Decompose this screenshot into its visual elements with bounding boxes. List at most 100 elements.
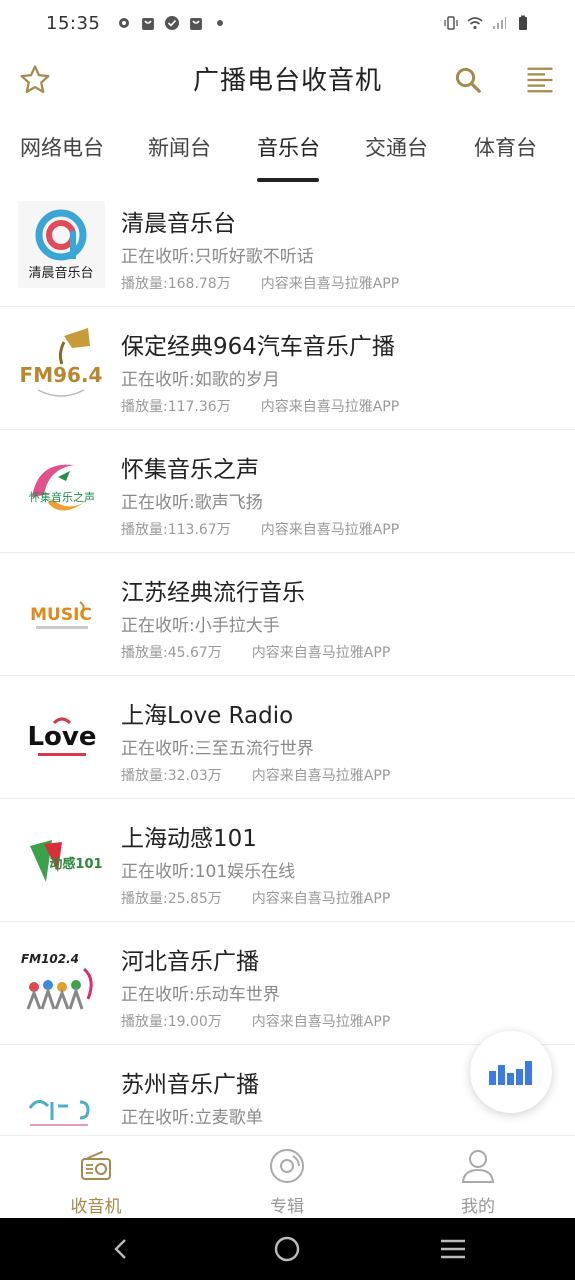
station-logo: Love (18, 693, 105, 780)
nav-label: 收音机 (70, 1197, 122, 1217)
tab-traffic[interactable]: 交通台 (365, 132, 428, 162)
back-icon (114, 1239, 126, 1259)
content-source: 内容来自喜马拉雅APP (251, 1014, 391, 1030)
nav-mine[interactable]: 我的 (418, 1146, 538, 1217)
now-playing: 正在收听:小手拉大手 (121, 616, 280, 636)
content-source: 内容来自喜马拉雅APP (251, 891, 391, 907)
now-playing: 正在收听:只听好歌不听话 (121, 247, 314, 267)
signal-icon (493, 17, 506, 29)
category-tabs: 网络电台 新闻台 音乐台 交通台 体育台 (0, 118, 575, 184)
station-row[interactable]: 怀集音乐之声 怀集音乐之声 正在收听:歌声飞扬 播放量:113.67万 内容来自喜… (0, 430, 575, 553)
play-count: 播放量:117.36万 (121, 399, 231, 415)
svg-text:FM102.4: FM102.4 (21, 952, 79, 966)
station-meta: 播放量:45.67万 内容来自喜马拉雅APP (121, 642, 390, 662)
svg-text:FM96.4: FM96.4 (20, 363, 103, 387)
station-name: 上海Love Radio (121, 703, 294, 729)
bag-icon (190, 18, 203, 30)
play-count: 播放量:19.00万 (121, 1014, 222, 1030)
play-count: 播放量:168.78万 (121, 276, 231, 292)
nav-label: 专辑 (270, 1197, 304, 1217)
station-row[interactable]: FM102.4 河北音乐广播 正在收听:乐动车世界 播放量:19.00万 内容来自… (0, 922, 575, 1045)
play-count: 播放量:25.85万 (121, 891, 222, 907)
svg-text:动感101: 动感101 (49, 856, 102, 872)
bottom-nav: 收音机 专辑 我的 (0, 1135, 575, 1218)
station-logo: FM102.4 (18, 939, 105, 1026)
station-logo: 动感101 (18, 816, 105, 903)
station-name: 河北音乐广播 (121, 949, 259, 975)
station-meta: 播放量:113.67万 内容来自喜马拉雅APP (121, 519, 399, 539)
gear-icon (119, 18, 130, 28)
back-button[interactable] (106, 1234, 136, 1264)
home-icon (274, 1236, 300, 1262)
station-name: 上海动感101 (121, 826, 257, 852)
recents-button[interactable] (438, 1234, 468, 1264)
check-circle-icon (165, 16, 180, 30)
svg-text:怀集音乐之声: 怀集音乐之声 (29, 490, 95, 504)
station-meta: 播放量:19.00万 内容来自喜马拉雅APP (121, 1011, 390, 1031)
station-meta: 播放量:25.85万 内容来自喜马拉雅APP (121, 888, 390, 908)
station-logo: 怀集音乐之声 (18, 447, 105, 534)
notification-icons (116, 15, 228, 31)
play-count: 播放量:45.67万 (121, 645, 222, 661)
station-list[interactable]: 清晨音乐台 清晨音乐台 正在收听:只听好歌不听话 播放量:168.78万内容来自… (0, 184, 575, 1134)
station-logo: MUSIC (18, 570, 105, 657)
equalizer-icon (489, 1061, 532, 1085)
tab-internet-radio[interactable]: 网络电台 (20, 132, 104, 162)
play-count: 播放量:113.67万 (121, 522, 231, 538)
now-playing: 正在收听:立麦歌单 (121, 1108, 263, 1128)
disc-icon (270, 1149, 304, 1183)
station-row[interactable]: Love 上海Love Radio 正在收听:三至五流行世界 播放量:32.03… (0, 676, 575, 799)
status-bar: 15:35 (0, 0, 575, 46)
station-logo: FM96.4 (18, 324, 105, 411)
tab-music[interactable]: 音乐台 (257, 132, 320, 162)
station-name: 怀集音乐之声 (121, 457, 259, 483)
play-count: 播放量:32.03万 (121, 768, 222, 784)
nav-label: 我的 (461, 1197, 495, 1217)
tab-sports[interactable]: 体育台 (474, 132, 537, 162)
station-meta: 播放量:168.78万 内容来自喜马拉雅APP (121, 273, 399, 293)
station-row[interactable]: 清晨音乐台 清晨音乐台 正在收听:只听好歌不听话 播放量:168.78万 内容来自… (0, 184, 575, 307)
now-playing: 正在收听:如歌的岁月 (121, 370, 280, 390)
dot-icon (217, 20, 224, 26)
content-source: 内容来自喜马拉雅APP (260, 399, 400, 415)
content-source: 内容来自喜马拉雅APP (251, 768, 391, 784)
status-time: 15:35 (46, 12, 101, 34)
recents-icon (441, 1239, 465, 1259)
station-row[interactable]: 动感101 上海动感101 正在收听:101娱乐在线 播放量:25.85万 内容来… (0, 799, 575, 922)
battery-icon (519, 15, 527, 30)
page-title: 广播电台收音机 (192, 66, 382, 96)
now-playing: 正在收听:歌声飞扬 (121, 493, 263, 513)
now-playing: 正在收听:101娱乐在线 (121, 862, 296, 882)
home-button[interactable] (272, 1234, 302, 1264)
content-source: 内容来自喜马拉雅APP (251, 645, 391, 661)
search-icon (455, 67, 481, 93)
bag-icon (142, 18, 155, 30)
content-source: 内容来自喜马拉雅APP (260, 276, 400, 292)
svg-text:清晨音乐台: 清晨音乐台 (28, 265, 93, 281)
station-name: 苏州音乐广播 (121, 1072, 259, 1098)
search-button[interactable] (448, 60, 488, 100)
content-source: 内容来自喜马拉雅APP (260, 522, 400, 538)
station-name: 保定经典964汽车音乐广播 (121, 334, 395, 360)
station-logo: 清晨音乐台 (18, 201, 105, 288)
svg-text:Love: Love (27, 722, 96, 752)
wifi-icon (467, 17, 483, 30)
nav-albums[interactable]: 专辑 (227, 1146, 347, 1217)
station-name: 江苏经典流行音乐 (121, 580, 305, 606)
menu-button[interactable] (520, 60, 560, 100)
app-header: 广播电台收音机 (0, 46, 575, 114)
radio-icon (81, 1151, 111, 1180)
tab-news[interactable]: 新闻台 (148, 132, 211, 162)
menu-icon (527, 67, 553, 93)
station-meta: 播放量:117.36万 内容来自喜马拉雅APP (121, 396, 399, 416)
station-meta: 播放量:32.03万 内容来自喜马拉雅APP (121, 765, 390, 785)
user-icon (461, 1150, 495, 1183)
system-status-icons (443, 15, 531, 31)
station-name: 清晨音乐台 (121, 211, 236, 237)
station-logo (18, 1062, 105, 1134)
now-playing: 正在收听:乐动车世界 (121, 985, 280, 1005)
nav-radio[interactable]: 收音机 (36, 1146, 156, 1217)
station-row[interactable]: MUSIC 江苏经典流行音乐 正在收听:小手拉大手 播放量:45.67万 内容来自… (0, 553, 575, 676)
station-row[interactable]: FM96.4 保定经典964汽车音乐广播 正在收听:如歌的岁月 播放量:117.… (0, 307, 575, 430)
now-playing-button[interactable] (470, 1031, 552, 1113)
